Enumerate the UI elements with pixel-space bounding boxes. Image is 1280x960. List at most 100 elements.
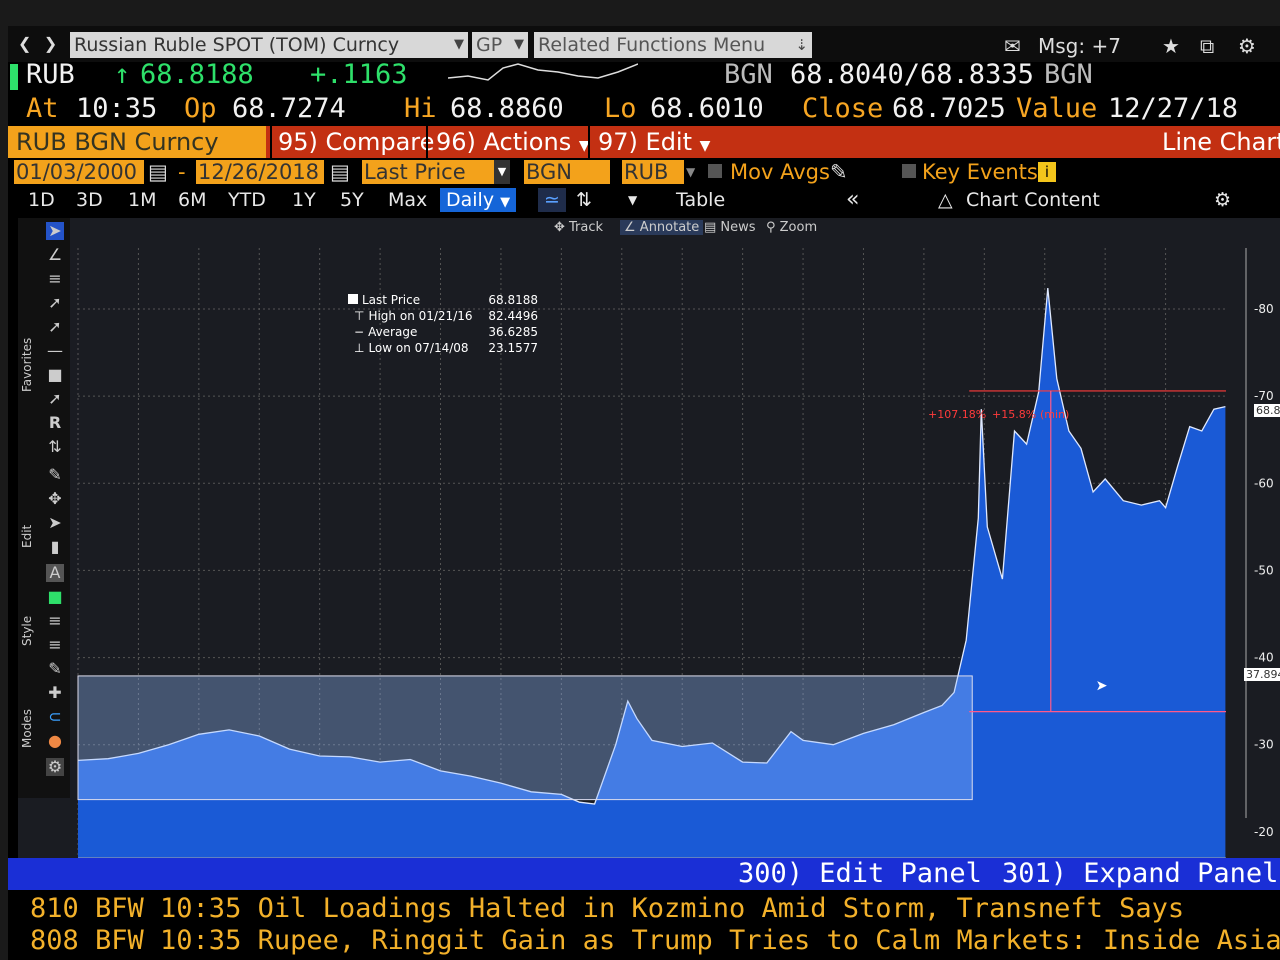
- chevron-down-icon: ▼: [494, 160, 510, 184]
- selection-box: [77, 675, 973, 801]
- y-tick-label: -40: [1254, 651, 1274, 665]
- value-label: Value: [1016, 93, 1098, 124]
- chevron-down-icon: ▼: [699, 138, 711, 154]
- legend-high-value: 82.4496: [488, 309, 538, 323]
- chart-content-icon[interactable]: △: [938, 188, 953, 212]
- top-toolbar: ❮ ❯ Russian Ruble SPOT (TOM) Curncy ▼ GP…: [8, 26, 1280, 62]
- live-indicator: [10, 64, 18, 90]
- compare-tab[interactable]: 95) Compare: [270, 126, 434, 158]
- range-1m[interactable]: 1M: [128, 188, 156, 212]
- actions-tab[interactable]: 96) Actions ▼: [426, 126, 590, 158]
- bid-ask: 68.8040/68.8335: [790, 59, 1034, 90]
- chevron-down-icon[interactable]: ▼: [628, 188, 637, 212]
- legend-average-label: Average: [368, 325, 418, 339]
- chart-legend: Last Price 68.8188 ⊤ High on 01/21/16 82.44…: [348, 292, 538, 356]
- source-dropdown[interactable]: GP ▼: [472, 32, 528, 58]
- related-functions-menu[interactable]: Related Functions Menu ⇣: [534, 32, 812, 58]
- chevron-down-icon: ▼: [514, 37, 524, 52]
- chart-area: ➤ ∠ ≡ ➚ ➚ — ■ ➚ R ⇅ Favorites ✎ ✥ ➤ ▮ Ed…: [18, 218, 1280, 858]
- low-label: Lo: [604, 93, 637, 124]
- forward-arrow-icon[interactable]: ❯: [44, 32, 57, 57]
- open-price: 68.7274: [232, 93, 346, 124]
- function-bar: RUB BGN Curncy 95) Compare 96) Actions ▼…: [8, 126, 1280, 158]
- sparkline: [448, 63, 638, 81]
- bar-chart-icon[interactable]: ⇅: [576, 188, 592, 212]
- last-price: 68.8188: [140, 59, 254, 90]
- start-date-field[interactable]: 01/03/2000: [14, 160, 144, 184]
- date-range-bar: 01/03/2000 ▤ - 12/26/2018 ▤ Last Price ▼ …: [8, 160, 1280, 186]
- key-events-label: Key Events: [922, 160, 1038, 184]
- calendar-icon[interactable]: ▤: [330, 160, 350, 184]
- security-tab[interactable]: RUB BGN Curncy: [8, 126, 266, 158]
- field-dropdown[interactable]: Last Price ▼: [362, 160, 510, 184]
- chevron-down-icon: ▼: [454, 37, 464, 52]
- period-label: Daily: [446, 189, 495, 211]
- y-tick-label: -80: [1254, 302, 1274, 316]
- legend-last-label: Last Price: [362, 293, 421, 307]
- chart-content-button[interactable]: Chart Content: [966, 188, 1100, 212]
- mov-avgs-checkbox[interactable]: [708, 164, 722, 178]
- low-marker-icon: ⊥: [354, 341, 365, 355]
- range-ytd[interactable]: YTD: [228, 188, 266, 212]
- calendar-icon[interactable]: ▤: [148, 160, 168, 184]
- open-label: Op: [184, 93, 217, 124]
- quote-time: 10:35: [76, 93, 158, 124]
- mouse-cursor-icon: ➤: [1096, 674, 1109, 698]
- source-field[interactable]: BGN: [524, 160, 610, 184]
- price-chart[interactable]: -20-30-40-50-60-70-802000200120022003200…: [18, 218, 1280, 858]
- legend-low-label: Low on 07/14/08: [368, 341, 469, 355]
- high-label: Hi: [404, 93, 437, 124]
- legend-swatch: [348, 294, 358, 304]
- range-3d[interactable]: 3D: [76, 188, 103, 212]
- star-icon[interactable]: ★: [1162, 34, 1180, 58]
- mail-icon[interactable]: ✉: [1004, 34, 1021, 58]
- y-tick-label: -20: [1254, 825, 1274, 839]
- range-1y[interactable]: 1Y: [292, 188, 316, 212]
- chevron-down-icon: ▼: [500, 195, 511, 210]
- range-max[interactable]: Max: [388, 188, 427, 212]
- y-tick-label: -60: [1254, 476, 1274, 490]
- mov-avgs-label: Mov Avgs: [730, 160, 830, 184]
- chevron-down-icon[interactable]: ▼: [686, 160, 695, 184]
- field-label: Last Price: [364, 160, 466, 184]
- bloomberg-terminal-screen: ❮ ❯ Russian Ruble SPOT (TOM) Curncy ▼ GP…: [8, 26, 1280, 960]
- legend-low-value: 23.1577: [488, 341, 538, 355]
- line-chart-icon[interactable]: ≃: [538, 188, 566, 212]
- range-5y[interactable]: 5Y: [340, 188, 364, 212]
- legend-low: ⊥ Low on 07/14/08 23.1577: [348, 340, 538, 356]
- security-field[interactable]: Russian Ruble SPOT (TOM) Curncy ▼: [70, 32, 468, 58]
- settings-gear-icon[interactable]: ⚙: [1214, 188, 1231, 212]
- pencil-icon[interactable]: ✎: [830, 160, 848, 184]
- legend-average: − Average 36.6285: [348, 324, 538, 340]
- end-date-field[interactable]: 12/26/2018: [196, 160, 324, 184]
- edit-tab[interactable]: 97) Edit ▼: [588, 126, 711, 158]
- currency-field[interactable]: RUB: [622, 160, 684, 184]
- collapse-icon[interactable]: «: [846, 188, 859, 212]
- popout-icon[interactable]: ⧉: [1200, 34, 1214, 58]
- chart-type-label: Line Chart: [1162, 128, 1280, 156]
- table-button[interactable]: Table: [676, 188, 725, 212]
- edit-panel-button[interactable]: 300) Edit Panel: [738, 858, 982, 890]
- date-separator: -: [178, 160, 186, 184]
- news-headline[interactable]: 808 BFW 10:35 Rupee, Ringgit Gain as Tru…: [8, 924, 1280, 958]
- actions-label: 96) Actions: [436, 128, 572, 156]
- quote-source-2: BGN: [1044, 59, 1093, 90]
- legend-last: Last Price 68.8188: [348, 292, 538, 308]
- key-events-checkbox[interactable]: [902, 164, 916, 178]
- range-1d[interactable]: 1D: [28, 188, 55, 212]
- ticker: RUB: [26, 59, 75, 90]
- range-6m[interactable]: 6M: [178, 188, 206, 212]
- message-count[interactable]: Msg: +7: [1038, 34, 1121, 58]
- quote-source: BGN: [724, 59, 773, 90]
- info-icon[interactable]: i: [1038, 162, 1056, 182]
- value-date: 12/27/18: [1108, 93, 1239, 124]
- news-headline[interactable]: 810 BFW 10:35 Oil Loadings Halted in Koz…: [8, 892, 1280, 926]
- up-arrow-icon: ↑: [114, 59, 131, 90]
- gear-icon[interactable]: ⚙: [1238, 34, 1256, 58]
- expand-panel-button[interactable]: 301) Expand Panel: [1002, 858, 1278, 890]
- high-price: 68.8860: [450, 93, 564, 124]
- period-dropdown[interactable]: Daily ▼: [440, 188, 517, 212]
- legend-high-label: High on 01/21/16: [368, 309, 473, 323]
- panel-bar: 300) Edit Panel 301) Expand Panel: [8, 858, 1280, 890]
- back-arrow-icon[interactable]: ❮: [18, 32, 31, 57]
